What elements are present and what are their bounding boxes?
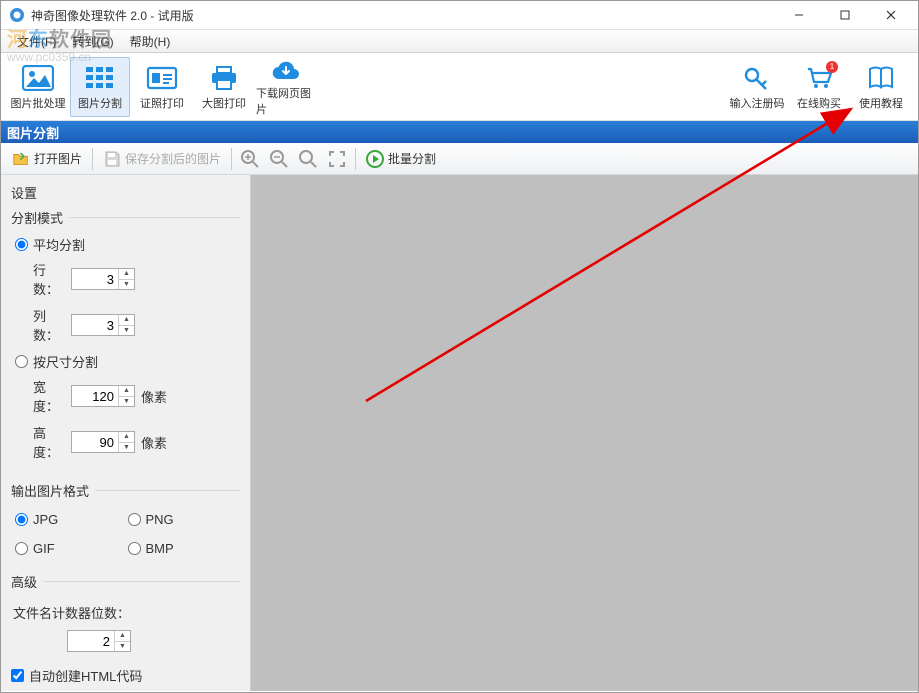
avg-split-radio[interactable]: 平均分割 (15, 235, 85, 254)
book-icon (864, 63, 898, 93)
menu-help[interactable]: 帮助(H) (122, 30, 179, 53)
tool-cert-print[interactable]: 证照打印 (132, 57, 192, 117)
save-icon (103, 150, 121, 168)
cloud-download-icon (269, 57, 303, 83)
menu-goto[interactable]: 转到(G) (64, 30, 121, 53)
id-card-icon (145, 63, 179, 93)
height-input[interactable]: ▲▼ (71, 431, 135, 453)
canvas-area (251, 175, 918, 691)
format-bmp-radio[interactable]: BMP (128, 541, 241, 556)
minimize-button[interactable] (776, 3, 822, 27)
tool-tutorial[interactable]: 使用教程 (851, 57, 911, 117)
tool-download-web-image[interactable]: 下载网页图片 (256, 57, 316, 117)
rows-input[interactable]: ▲▼ (71, 268, 135, 290)
window-title: 神奇图像处理软件 2.0 - 试用版 (31, 7, 776, 24)
open-image-button[interactable]: 打开图片 (7, 146, 87, 172)
tool-big-print[interactable]: 大图打印 (194, 57, 254, 117)
cols-label: 列数： (15, 306, 65, 344)
image-icon (21, 63, 55, 93)
counter-input[interactable]: ▲▼ (67, 630, 131, 652)
zoom-in-button[interactable] (237, 146, 263, 172)
tool-image-split[interactable]: 图片分割 (70, 57, 130, 117)
width-label: 宽度： (15, 377, 65, 415)
save-split-button: 保存分割后的图片 (98, 146, 226, 172)
batch-split-button[interactable]: 批量分割 (361, 146, 441, 172)
zoom-out-button[interactable] (266, 146, 292, 172)
settings-panel: 设置 分割模式 平均分割 行数： ▲▼ 列数： ▲▼ 按尺寸分割 宽度： ▲▼ … (1, 175, 251, 691)
advanced-legend: 高级 (11, 572, 43, 591)
printer-icon (207, 63, 241, 93)
tool-buy-online[interactable]: 1 在线购买 (789, 57, 849, 117)
folder-open-icon (12, 150, 30, 168)
height-label: 高度： (15, 423, 65, 461)
grid-icon (83, 63, 117, 93)
format-jpg-radio[interactable]: JPG (15, 512, 128, 527)
tool-enter-regcode[interactable]: 输入注册码 (727, 57, 787, 117)
cart-badge: 1 (826, 61, 838, 73)
rows-label: 行数： (15, 260, 65, 298)
shopping-cart-icon: 1 (802, 63, 836, 93)
menu-file[interactable]: 文件(F) (9, 30, 64, 53)
format-png-radio[interactable]: PNG (128, 512, 241, 527)
auto-html-checkbox[interactable]: 自动创建HTML代码 (11, 666, 142, 685)
counter-label: 文件名计数器位数： (11, 599, 240, 630)
section-title: 图片分割 (1, 121, 918, 143)
zoom-reset-button[interactable] (295, 146, 321, 172)
app-icon (9, 7, 25, 23)
close-button[interactable] (868, 3, 914, 27)
tool-batch-process[interactable]: 图片批处理 (8, 57, 68, 117)
output-format-legend: 输出图片格式 (11, 481, 95, 500)
key-icon (740, 63, 774, 93)
maximize-button[interactable] (822, 3, 868, 27)
size-split-radio[interactable]: 按尺寸分割 (15, 352, 98, 371)
settings-title: 设置 (11, 179, 240, 208)
format-gif-radio[interactable]: GIF (15, 541, 128, 556)
split-mode-legend: 分割模式 (11, 208, 69, 227)
fit-screen-button[interactable] (324, 146, 350, 172)
width-input[interactable]: ▲▼ (71, 385, 135, 407)
cols-input[interactable]: ▲▼ (71, 314, 135, 336)
play-icon (366, 150, 384, 168)
